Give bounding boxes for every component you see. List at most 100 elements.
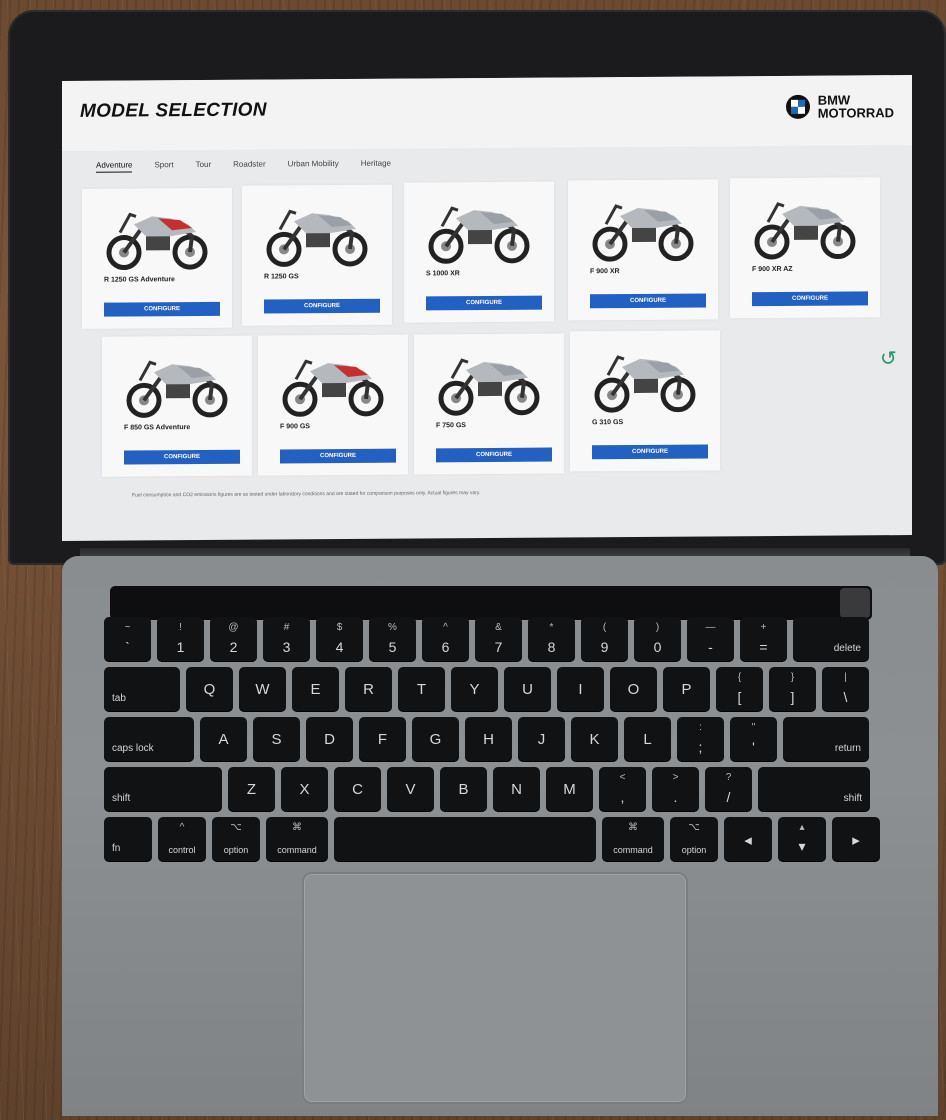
arrow-right-key[interactable]: ▸: [832, 817, 880, 861]
key-11[interactable]: — -: [687, 617, 734, 661]
configure-button[interactable]: CONFIGURE: [592, 444, 708, 460]
model-name: R 1250 GS Adventure: [104, 276, 175, 284]
tab-sport[interactable]: Sport: [154, 160, 173, 172]
key-w[interactable]: W: [239, 667, 286, 711]
key-2[interactable]: @2: [210, 617, 257, 661]
key-o[interactable]: O: [610, 667, 657, 711]
key-p[interactable]: P: [663, 667, 710, 711]
key-6[interactable]: ^ 6: [422, 617, 469, 661]
key-1[interactable]: ! 1: [157, 617, 204, 661]
command-right-key[interactable]: ⌘ command: [602, 817, 664, 861]
caps-lock-key[interactable]: caps lock: [104, 717, 194, 761]
footer-note: Fuel consumption and CO2 emissions figur…: [132, 490, 481, 499]
key-e[interactable]: E: [292, 667, 339, 711]
key-a[interactable]: A: [200, 717, 247, 761]
command-key[interactable]: ⌘ command: [266, 817, 328, 861]
key-s[interactable]: S: [253, 717, 300, 761]
key-sym[interactable]: :;: [677, 717, 724, 761]
key-sym[interactable]: >.: [652, 767, 699, 811]
model-card[interactable]: F 850 GS Adventure CONFIGURE: [102, 335, 252, 477]
model-name: F 750 GS: [436, 422, 466, 430]
key-f[interactable]: F: [359, 717, 406, 761]
arrow-left-key[interactable]: ◂: [724, 817, 772, 861]
key-m[interactable]: M: [546, 767, 593, 811]
key-y[interactable]: Y: [451, 667, 498, 711]
model-card[interactable]: G 310 GS CONFIGURE: [570, 330, 720, 472]
model-card[interactable]: S 1000 XR CONFIGURE: [404, 181, 554, 323]
key-l[interactable]: L: [624, 717, 671, 761]
key-sym[interactable]: ? /: [705, 767, 752, 811]
keyboard-row: caps lock A S D F G H J K L:; " ' return: [104, 717, 869, 761]
configure-button[interactable]: CONFIGURE: [752, 291, 868, 307]
model-name: S 1000 XR: [426, 270, 460, 278]
key-sym[interactable]: {[: [716, 667, 763, 711]
key-r[interactable]: R: [345, 667, 392, 711]
key-5[interactable]: % 5: [369, 617, 416, 661]
model-card[interactable]: F 900 XR CONFIGURE: [568, 179, 718, 321]
arrow-up-down-key[interactable]: ▴ ▾: [778, 817, 826, 861]
key-3[interactable]: #3: [263, 617, 310, 661]
laptop-lid: MODEL SELECTION BMW MOTORRAD Adventure S…: [8, 10, 946, 565]
key-10[interactable]: ) 0: [634, 617, 681, 661]
configure-button[interactable]: CONFIGURE: [590, 293, 706, 309]
configure-button[interactable]: CONFIGURE: [264, 298, 380, 314]
return-key[interactable]: return: [783, 717, 869, 761]
configure-button[interactable]: CONFIGURE: [280, 448, 396, 464]
key-sym[interactable]: | \: [822, 667, 869, 711]
category-tabs: Adventure Sport Tour Roadster Urban Mobi…: [96, 159, 391, 173]
option-key[interactable]: ⌥ option: [212, 817, 260, 861]
key-c[interactable]: C: [334, 767, 381, 811]
key-k[interactable]: K: [571, 717, 618, 761]
key-q[interactable]: Q: [186, 667, 233, 711]
key-t[interactable]: T: [398, 667, 445, 711]
control-key[interactable]: ^ control: [158, 817, 206, 861]
key-n[interactable]: N: [493, 767, 540, 811]
configure-button[interactable]: CONFIGURE: [436, 447, 552, 463]
fn-key[interactable]: fn: [104, 817, 152, 861]
tab-adventure[interactable]: Adventure: [96, 160, 133, 173]
motorcycle-image: [282, 359, 384, 417]
shift-right-key[interactable]: shift: [758, 767, 870, 811]
key-0[interactable]: ~ `: [104, 617, 151, 661]
key-i[interactable]: I: [557, 667, 604, 711]
model-name: F 850 GS Adventure: [124, 424, 191, 432]
tab-urban-mobility[interactable]: Urban Mobility: [288, 159, 339, 171]
configure-button[interactable]: CONFIGURE: [124, 449, 240, 465]
key-4[interactable]: $4: [316, 617, 363, 661]
configure-button[interactable]: CONFIGURE: [426, 295, 542, 311]
model-card[interactable]: F 750 GS CONFIGURE: [414, 333, 564, 475]
key-8[interactable]: * 8: [528, 617, 575, 661]
key-sym[interactable]: <,: [599, 767, 646, 811]
key-z[interactable]: Z: [228, 767, 275, 811]
key-g[interactable]: G: [412, 717, 459, 761]
key-sym[interactable]: }]: [769, 667, 816, 711]
tab-heritage[interactable]: Heritage: [361, 159, 391, 171]
key-b[interactable]: B: [440, 767, 487, 811]
model-card[interactable]: F 900 XR AZ CONFIGURE: [730, 177, 880, 319]
key-v[interactable]: V: [387, 767, 434, 811]
key-sym[interactable]: " ': [730, 717, 777, 761]
shift-left-key[interactable]: shift: [104, 767, 222, 811]
tab-roadster[interactable]: Roadster: [233, 160, 265, 172]
key-7[interactable]: & 7: [475, 617, 522, 661]
option-right-key[interactable]: ⌥ option: [670, 817, 718, 861]
configure-button[interactable]: CONFIGURE: [104, 301, 220, 317]
page-header: MODEL SELECTION BMW MOTORRAD: [62, 75, 912, 151]
touch-id-key[interactable]: [840, 588, 870, 618]
key-12[interactable]: + =: [740, 617, 787, 661]
tab-tour[interactable]: Tour: [196, 160, 212, 172]
space-key[interactable]: [334, 817, 596, 861]
key-j[interactable]: J: [518, 717, 565, 761]
model-card[interactable]: R 1250 GS CONFIGURE: [242, 184, 392, 326]
model-card[interactable]: F 900 GS CONFIGURE: [258, 334, 408, 476]
key-x[interactable]: X: [281, 767, 328, 811]
brand[interactable]: BMW MOTORRAD: [785, 92, 894, 121]
key-h[interactable]: H: [465, 717, 512, 761]
tab-key[interactable]: tab: [104, 667, 180, 711]
key-d[interactable]: D: [306, 717, 353, 761]
key-9[interactable]: (9: [581, 617, 628, 661]
key-u[interactable]: U: [504, 667, 551, 711]
trackpad[interactable]: [302, 872, 688, 1104]
delete-key[interactable]: delete: [793, 617, 869, 661]
model-card[interactable]: R 1250 GS Adventure CONFIGURE: [82, 187, 232, 329]
